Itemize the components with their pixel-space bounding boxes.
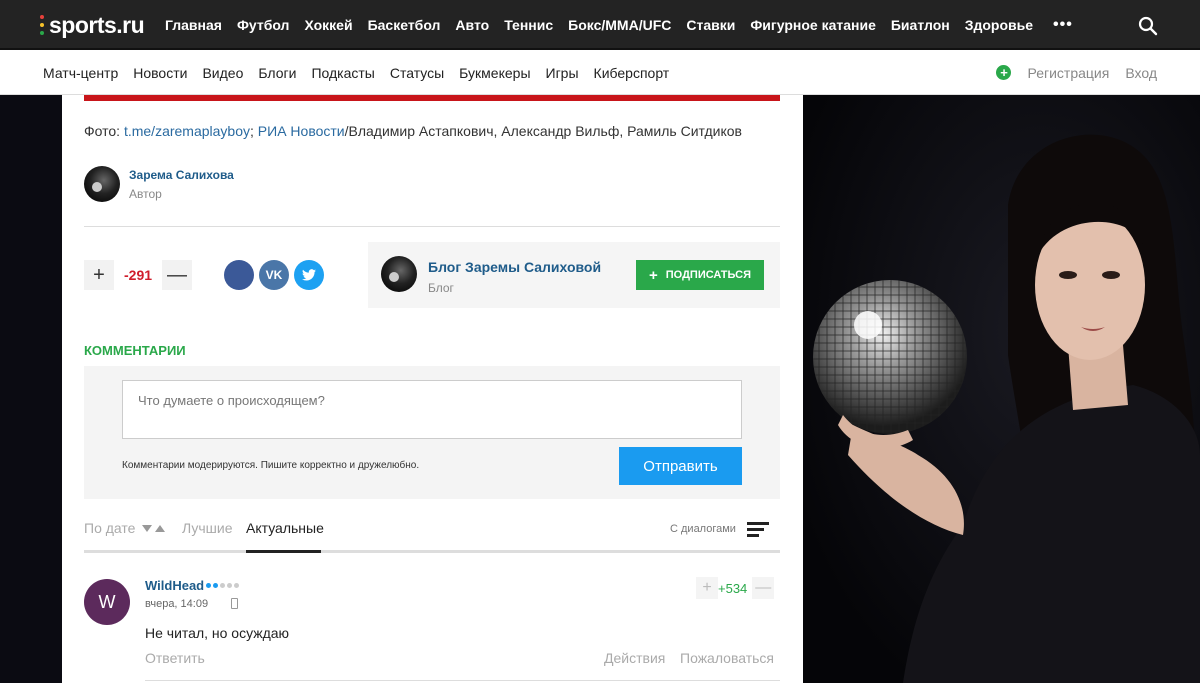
logo-dots-icon [40,15,44,35]
nav-item-health[interactable]: Здоровье [965,17,1033,33]
commenter-name[interactable]: WildHead [145,578,204,593]
advertisement-photo[interactable] [803,95,1200,683]
blog-name[interactable]: Блог Заремы Салиховой [428,259,601,275]
nav-item-hockey[interactable]: Хоккей [304,17,352,33]
twitter-share-icon[interactable] [294,260,324,290]
subnav-item-games[interactable]: Игры [546,65,579,81]
photo-credit-link-telegram[interactable]: t.me/zaremaplayboy [124,123,250,139]
subscribe-label: ПОДПИСАТЬСЯ [665,269,751,281]
comment-item: W WildHead вчера, 14:09 Не читал, но осу… [84,577,780,683]
subnav-item-bookmakers[interactable]: Букмекеры [459,65,530,81]
sort-best-tab[interactable]: Лучшие [182,520,232,536]
more-menu-icon[interactable]: ••• [1053,16,1073,34]
article-image-bottom-edge [84,95,780,101]
blog-card: Блог Заремы Салиховой Блог + ПОДПИСАТЬСЯ [368,242,780,308]
comment-text: Не читал, но осуждаю [145,625,290,641]
photo-credit-link-ria[interactable]: РИА Новости [258,123,345,139]
facebook-share-icon[interactable] [224,260,254,290]
comment-vote: + +534 — [696,577,775,599]
user-rating-dots-icon [206,583,241,588]
main-nav: Главная Футбол Хоккей Баскетбол Авто Тен… [165,0,1088,50]
comments-heading: КОММЕНТАРИИ [84,343,186,358]
send-comment-button[interactable]: Отправить [619,447,742,485]
comment-score: +534 [718,580,748,596]
subnav-item-news[interactable]: Новости [133,65,187,81]
vote-count: -291 [124,267,153,283]
subnav-item-match-center[interactable]: Матч-центр [43,65,118,81]
moderation-note: Комментарии модерируются. Пишите коррект… [122,460,420,471]
top-navigation-bar: sports.ru Главная Футбол Хоккей Баскетбо… [0,0,1200,50]
search-icon[interactable] [1138,16,1158,36]
report-link[interactable]: Пожаловаться [680,650,774,666]
nav-item-basketball[interactable]: Баскетбол [368,17,441,33]
nav-item-biathlon[interactable]: Биатлон [891,17,950,33]
login-link[interactable]: Вход [1125,65,1157,81]
nav-item-figure-skating[interactable]: Фигурное катание [750,17,876,33]
woman-with-disco-ball-image [813,134,1200,683]
author-role: Автор [129,186,162,201]
subnav-item-podcasts[interactable]: Подкасты [311,65,374,81]
nav-item-tennis[interactable]: Теннис [504,17,553,33]
reply-link[interactable]: Ответить [145,650,205,666]
subnav-item-video[interactable]: Видео [202,65,243,81]
author-avatar[interactable] [84,166,120,202]
divider [84,226,780,227]
comment-vote-down-button[interactable]: — [752,577,775,599]
vk-share-icon[interactable]: VK [259,260,289,290]
social-share: VK [224,260,329,290]
photo-credit-authors: /Владимир Астапкович, Александр Вильф, Р… [344,123,742,139]
secondary-navigation-bar: Матч-центр Новости Видео Блоги Подкасты … [0,50,1200,95]
sort-by-date-tab[interactable]: По дате [84,520,135,536]
register-link[interactable]: Регистрация [1027,65,1109,81]
site-logo[interactable]: sports.ru [40,11,145,38]
subscribe-button[interactable]: + ПОДПИСАТЬСЯ [636,260,764,290]
active-tab-indicator [246,550,321,553]
blog-avatar[interactable] [381,256,417,292]
sort-actual-tab[interactable]: Актуальные [246,520,324,536]
author-name[interactable]: Зарема Салихова [129,168,234,182]
subnav-item-cybersport[interactable]: Киберспорт [594,65,670,81]
actions-link[interactable]: Действия [604,650,665,666]
comment-form: Комментарии модерируются. Пишите коррект… [84,366,780,499]
comment-divider [145,680,780,681]
comment-vote-up-button[interactable]: + [696,577,718,599]
comment-time: вчера, 14:09 [145,598,209,610]
plus-icon: + [649,266,658,284]
sub-nav: Матч-центр Новости Видео Блоги Подкасты … [43,50,684,95]
auth-links: + Регистрация Вход [996,50,1157,95]
nav-item-boxing[interactable]: Бокс/MMA/UFC [568,17,671,33]
author-info: Зарема Салихова Автор [129,168,234,201]
mobile-device-icon [231,598,238,609]
subnav-item-blogs[interactable]: Блоги [258,65,296,81]
author-block[interactable]: Зарема Салихова Автор [84,165,234,203]
subnav-item-statuses[interactable]: Статусы [390,65,444,81]
sort-arrows-icon[interactable] [142,524,168,534]
nav-item-bets[interactable]: Ставки [686,17,735,33]
plus-circle-icon[interactable]: + [996,65,1012,80]
nav-item-football[interactable]: Футбол [237,17,290,33]
threaded-view-icon[interactable] [747,521,769,537]
logo-text: sports.ru [49,11,145,38]
twitter-bird-icon [302,269,316,281]
comment-sort-bar: По дате Лучшие Актуальные С диалогами [84,513,780,553]
photo-credit: Фото: t.me/zaremaplayboy; РИА Новости/Вл… [84,123,742,139]
nav-item-home[interactable]: Главная [165,17,222,33]
nav-item-auto[interactable]: Авто [455,17,489,33]
page-background-left [0,95,62,683]
commenter-avatar[interactable]: W [84,579,130,625]
vote-up-button[interactable]: + [84,260,114,290]
article-vote: + -291 — [84,260,193,290]
vote-down-button[interactable]: — [162,260,193,290]
photo-credit-separator: ; [250,123,258,139]
article-column: Фото: t.me/zaremaplayboy; РИА Новости/Вл… [62,95,803,683]
dialogs-toggle-label[interactable]: С диалогами [670,523,736,535]
photo-credit-prefix: Фото: [84,123,124,139]
blog-type: Блог [428,281,454,295]
comment-input[interactable] [122,380,742,439]
